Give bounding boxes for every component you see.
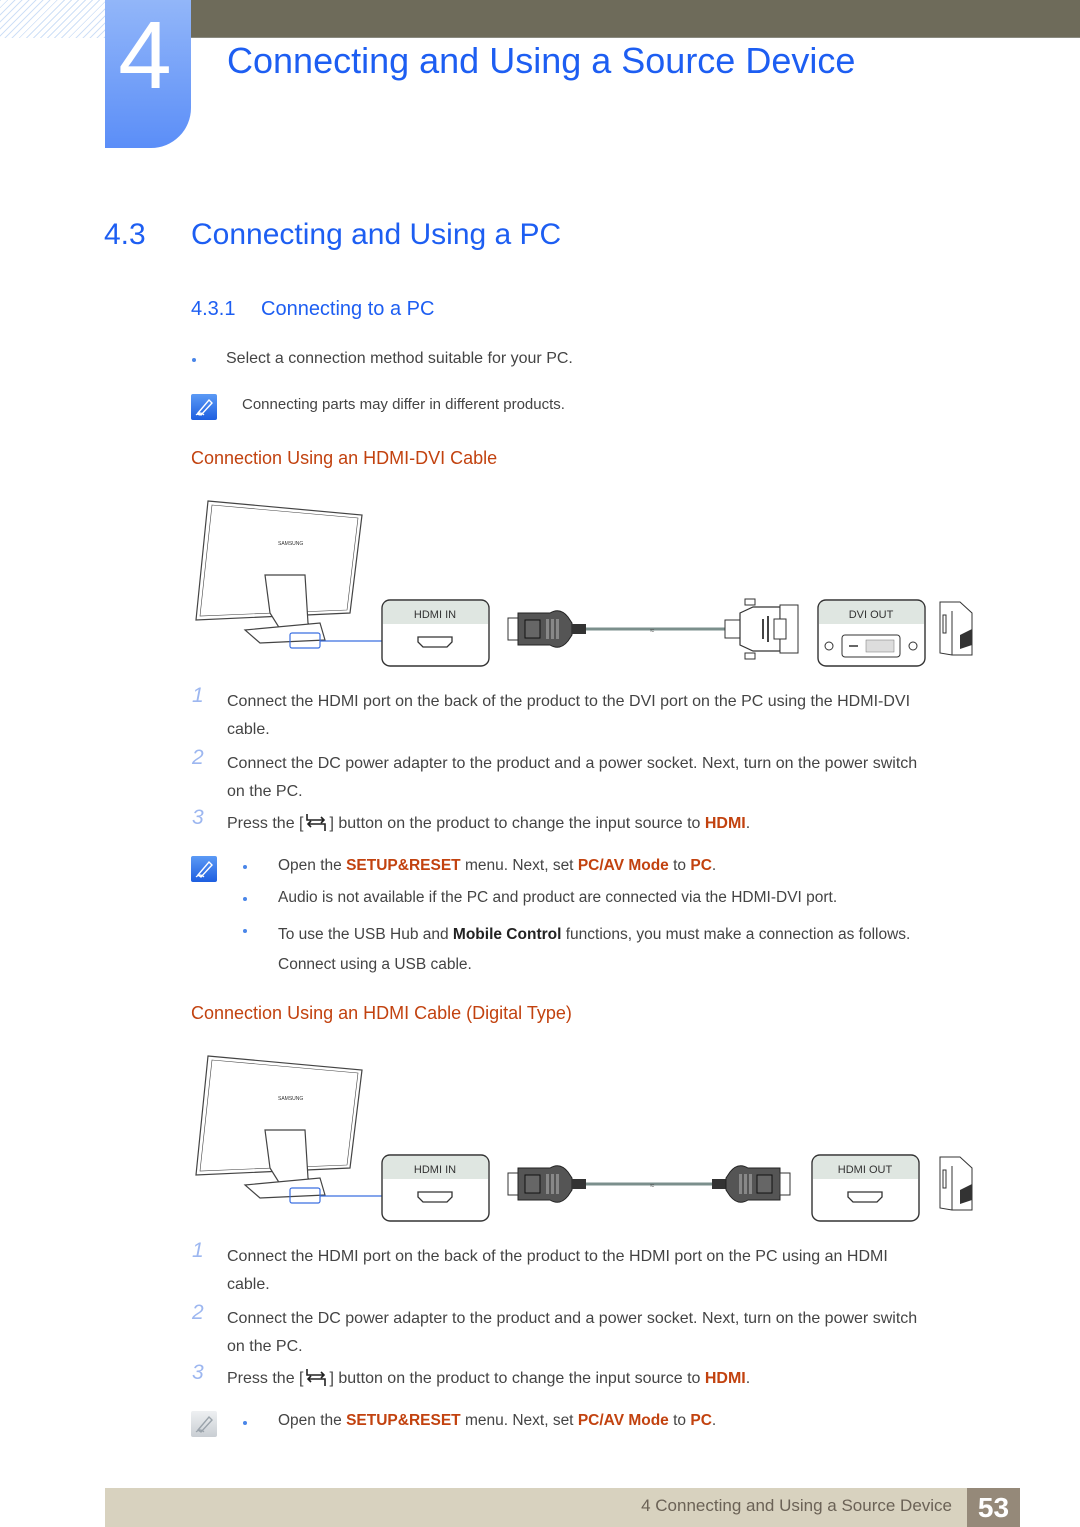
hdmi-connection-diagram: SAMSUNG HDMI IN ≈ HDMI OUT [195,1055,973,1222]
step-number: 3 [192,806,204,829]
method-heading-hdmi: Connection Using an HDMI Cable (Digital … [191,1003,572,1023]
hdmi-in-label: HDMI IN [414,609,456,621]
footer-chapter-reference: 4 Connecting and Using a Source Device [641,1496,952,1515]
chapter-number-tab: 4 [105,0,191,148]
step-text: Connect the DC power adapter to the prod… [227,1310,918,1355]
section-number: 4.3 [104,218,146,251]
note-text: Audio is not available if the PC and pro… [278,889,838,906]
hdmi-out-label: HDMI OUT [838,1164,893,1176]
dvi-out-port-callout: DVI OUT [817,599,926,667]
note-pencil-icon [191,1411,217,1437]
method-heading-hdmi-dvi: Connection Using an HDMI-DVI Cable [191,448,498,468]
step-text: Press the [] button on the product to ch… [227,811,750,833]
note-text: Open the SETUP&RESET menu. Next, set PC/… [278,1412,717,1429]
step-text: Connect the HDMI port on the back of the… [227,693,911,738]
step-text: Connect the HDMI port on the back of the… [227,1248,888,1293]
dvi-out-label: DVI OUT [849,609,894,621]
bullet-dot [243,897,247,901]
hdmi-in-port-callout: HDMI IN [381,599,490,667]
section-title: Connecting and Using a PC [191,218,562,251]
chapter-title: Connecting and Using a Source Device [227,40,856,81]
pc-tower-illustration [939,1156,973,1211]
step-text: Connect the DC power adapter to the prod… [227,755,918,800]
hdmi-plug-illustration [712,1165,791,1203]
step-number: 1 [192,1239,204,1262]
source-button-icon [303,1366,329,1388]
subsection-number: 4.3.1 [191,298,236,320]
intro-note-text: Connecting parts may differ in different… [242,396,565,413]
hdmi-plug-illustration [507,1165,586,1203]
hdmi-dvi-connection-diagram: SAMSUNG HDMI IN ≈ DVI OUT [195,500,973,667]
step-number: 3 [192,1361,204,1384]
section-heading: 4.3 Connecting and Using a PC [104,218,561,252]
svg-text:≈: ≈ [650,1181,655,1190]
monitor-illustration [195,500,363,644]
header-hatch-decoration [0,0,105,38]
bullet-dot [192,358,196,362]
header-bar [190,0,1080,38]
svg-text:≈: ≈ [650,626,655,635]
hdmi-out-port-callout: HDMI OUT [811,1154,920,1222]
hdmi-in-port-callout: HDMI IN [381,1154,490,1222]
monitor-brand: SAMSUNG [278,1096,303,1102]
bullet-dot [243,1421,247,1425]
subsection-heading: 4.3.1 Connecting to a PC [191,298,434,321]
note-text: Open the SETUP&RESET menu. Next, set PC/… [278,857,717,874]
hdmi-plug-illustration [507,610,586,648]
note-pencil-icon [191,856,217,882]
subsection-title: Connecting to a PC [261,298,435,320]
step-text: Press the [] button on the product to ch… [227,1366,750,1388]
intro-bullet-text: Select a connection method suitable for … [226,350,573,367]
bullet-dot [243,865,247,869]
step-number: 2 [192,1301,204,1324]
pc-tower-illustration [939,601,973,656]
dvi-plug-illustration [724,598,799,660]
note-text: To use the USB Hub and Mobile Control fu… [278,926,911,973]
step-number: 1 [192,684,204,707]
monitor-brand: SAMSUNG [278,541,303,547]
step-number: 2 [192,746,204,769]
note-pencil-icon [191,394,217,420]
monitor-illustration [195,1055,363,1199]
page-number: 53 [967,1488,1020,1527]
hdmi-in-label: HDMI IN [414,1164,456,1176]
source-button-icon [303,811,329,833]
bullet-dot [243,929,247,933]
